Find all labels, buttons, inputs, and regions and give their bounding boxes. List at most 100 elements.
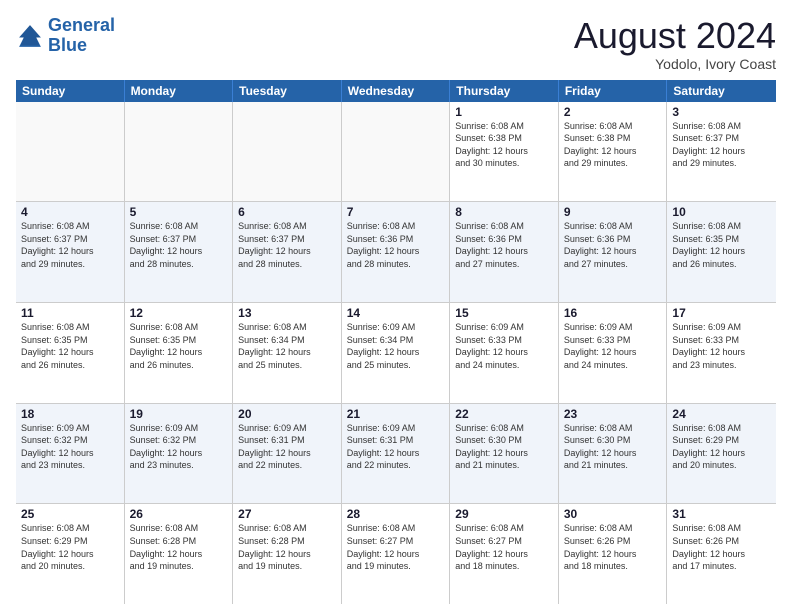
day-number: 23 [564,407,662,421]
day-number: 11 [21,306,119,320]
day-info: Sunrise: 6:08 AM Sunset: 6:28 PM Dayligh… [238,522,336,572]
calendar-cell: 9Sunrise: 6:08 AM Sunset: 6:36 PM Daylig… [559,202,668,302]
day-info: Sunrise: 6:08 AM Sunset: 6:26 PM Dayligh… [672,522,771,572]
day-number: 4 [21,205,119,219]
calendar-cell: 31Sunrise: 6:08 AM Sunset: 6:26 PM Dayli… [667,504,776,604]
day-info: Sunrise: 6:08 AM Sunset: 6:38 PM Dayligh… [564,120,662,170]
calendar: SundayMondayTuesdayWednesdayThursdayFrid… [16,80,776,604]
calendar-cell: 22Sunrise: 6:08 AM Sunset: 6:30 PM Dayli… [450,404,559,504]
day-info: Sunrise: 6:08 AM Sunset: 6:35 PM Dayligh… [672,220,771,270]
calendar-cell: 18Sunrise: 6:09 AM Sunset: 6:32 PM Dayli… [16,404,125,504]
calendar-cell: 2Sunrise: 6:08 AM Sunset: 6:38 PM Daylig… [559,102,668,202]
calendar-body: 1Sunrise: 6:08 AM Sunset: 6:38 PM Daylig… [16,102,776,604]
calendar-cell [233,102,342,202]
day-info: Sunrise: 6:08 AM Sunset: 6:27 PM Dayligh… [455,522,553,572]
day-number: 9 [564,205,662,219]
calendar-cell: 10Sunrise: 6:08 AM Sunset: 6:35 PM Dayli… [667,202,776,302]
weekday-header: Sunday [16,80,125,102]
day-info: Sunrise: 6:08 AM Sunset: 6:36 PM Dayligh… [564,220,662,270]
day-info: Sunrise: 6:08 AM Sunset: 6:29 PM Dayligh… [21,522,119,572]
calendar-cell: 1Sunrise: 6:08 AM Sunset: 6:38 PM Daylig… [450,102,559,202]
calendar-cell: 11Sunrise: 6:08 AM Sunset: 6:35 PM Dayli… [16,303,125,403]
calendar-cell: 28Sunrise: 6:08 AM Sunset: 6:27 PM Dayli… [342,504,451,604]
day-info: Sunrise: 6:09 AM Sunset: 6:31 PM Dayligh… [238,422,336,472]
day-number: 12 [130,306,228,320]
day-info: Sunrise: 6:08 AM Sunset: 6:36 PM Dayligh… [455,220,553,270]
day-number: 8 [455,205,553,219]
day-number: 18 [21,407,119,421]
day-number: 10 [672,205,771,219]
day-number: 5 [130,205,228,219]
calendar-cell: 26Sunrise: 6:08 AM Sunset: 6:28 PM Dayli… [125,504,234,604]
calendar-cell [125,102,234,202]
day-number: 1 [455,105,553,119]
subtitle: Yodolo, Ivory Coast [574,56,776,72]
header: GeneralBlue August 2024 Yodolo, Ivory Co… [16,16,776,72]
calendar-cell: 12Sunrise: 6:08 AM Sunset: 6:35 PM Dayli… [125,303,234,403]
day-info: Sunrise: 6:09 AM Sunset: 6:32 PM Dayligh… [21,422,119,472]
day-info: Sunrise: 6:08 AM Sunset: 6:28 PM Dayligh… [130,522,228,572]
day-info: Sunrise: 6:08 AM Sunset: 6:37 PM Dayligh… [130,220,228,270]
calendar-cell: 4Sunrise: 6:08 AM Sunset: 6:37 PM Daylig… [16,202,125,302]
day-info: Sunrise: 6:08 AM Sunset: 6:26 PM Dayligh… [564,522,662,572]
day-number: 19 [130,407,228,421]
day-info: Sunrise: 6:09 AM Sunset: 6:33 PM Dayligh… [564,321,662,371]
page: GeneralBlue August 2024 Yodolo, Ivory Co… [0,0,792,612]
day-number: 16 [564,306,662,320]
day-number: 20 [238,407,336,421]
day-info: Sunrise: 6:08 AM Sunset: 6:35 PM Dayligh… [130,321,228,371]
logo-text: GeneralBlue [48,16,115,56]
calendar-cell: 21Sunrise: 6:09 AM Sunset: 6:31 PM Dayli… [342,404,451,504]
day-number: 29 [455,507,553,521]
calendar-header: SundayMondayTuesdayWednesdayThursdayFrid… [16,80,776,102]
day-info: Sunrise: 6:08 AM Sunset: 6:30 PM Dayligh… [564,422,662,472]
calendar-cell: 13Sunrise: 6:08 AM Sunset: 6:34 PM Dayli… [233,303,342,403]
calendar-cell: 16Sunrise: 6:09 AM Sunset: 6:33 PM Dayli… [559,303,668,403]
day-info: Sunrise: 6:08 AM Sunset: 6:29 PM Dayligh… [672,422,771,472]
day-number: 17 [672,306,771,320]
weekday-header: Wednesday [342,80,451,102]
calendar-cell: 14Sunrise: 6:09 AM Sunset: 6:34 PM Dayli… [342,303,451,403]
day-info: Sunrise: 6:09 AM Sunset: 6:31 PM Dayligh… [347,422,445,472]
day-info: Sunrise: 6:08 AM Sunset: 6:35 PM Dayligh… [21,321,119,371]
day-number: 26 [130,507,228,521]
day-number: 6 [238,205,336,219]
title-block: August 2024 Yodolo, Ivory Coast [574,16,776,72]
calendar-cell: 7Sunrise: 6:08 AM Sunset: 6:36 PM Daylig… [342,202,451,302]
day-number: 22 [455,407,553,421]
weekday-header: Tuesday [233,80,342,102]
main-title: August 2024 [574,16,776,56]
calendar-cell [16,102,125,202]
calendar-row: 11Sunrise: 6:08 AM Sunset: 6:35 PM Dayli… [16,303,776,404]
day-info: Sunrise: 6:09 AM Sunset: 6:33 PM Dayligh… [455,321,553,371]
day-number: 28 [347,507,445,521]
calendar-cell: 3Sunrise: 6:08 AM Sunset: 6:37 PM Daylig… [667,102,776,202]
day-number: 25 [21,507,119,521]
day-info: Sunrise: 6:08 AM Sunset: 6:37 PM Dayligh… [672,120,771,170]
day-number: 15 [455,306,553,320]
day-info: Sunrise: 6:08 AM Sunset: 6:30 PM Dayligh… [455,422,553,472]
day-info: Sunrise: 6:08 AM Sunset: 6:38 PM Dayligh… [455,120,553,170]
day-info: Sunrise: 6:08 AM Sunset: 6:34 PM Dayligh… [238,321,336,371]
day-number: 14 [347,306,445,320]
day-info: Sunrise: 6:08 AM Sunset: 6:37 PM Dayligh… [238,220,336,270]
day-number: 30 [564,507,662,521]
calendar-row: 25Sunrise: 6:08 AM Sunset: 6:29 PM Dayli… [16,504,776,604]
calendar-row: 18Sunrise: 6:09 AM Sunset: 6:32 PM Dayli… [16,404,776,505]
weekday-header: Saturday [667,80,776,102]
weekday-header: Monday [125,80,234,102]
calendar-cell: 5Sunrise: 6:08 AM Sunset: 6:37 PM Daylig… [125,202,234,302]
day-info: Sunrise: 6:08 AM Sunset: 6:36 PM Dayligh… [347,220,445,270]
day-number: 21 [347,407,445,421]
calendar-cell: 27Sunrise: 6:08 AM Sunset: 6:28 PM Dayli… [233,504,342,604]
day-info: Sunrise: 6:08 AM Sunset: 6:37 PM Dayligh… [21,220,119,270]
logo: GeneralBlue [16,16,115,56]
calendar-cell: 6Sunrise: 6:08 AM Sunset: 6:37 PM Daylig… [233,202,342,302]
weekday-header: Thursday [450,80,559,102]
calendar-cell: 25Sunrise: 6:08 AM Sunset: 6:29 PM Dayli… [16,504,125,604]
day-info: Sunrise: 6:09 AM Sunset: 6:32 PM Dayligh… [130,422,228,472]
day-number: 31 [672,507,771,521]
calendar-cell: 24Sunrise: 6:08 AM Sunset: 6:29 PM Dayli… [667,404,776,504]
logo-icon [16,22,44,50]
calendar-cell: 30Sunrise: 6:08 AM Sunset: 6:26 PM Dayli… [559,504,668,604]
